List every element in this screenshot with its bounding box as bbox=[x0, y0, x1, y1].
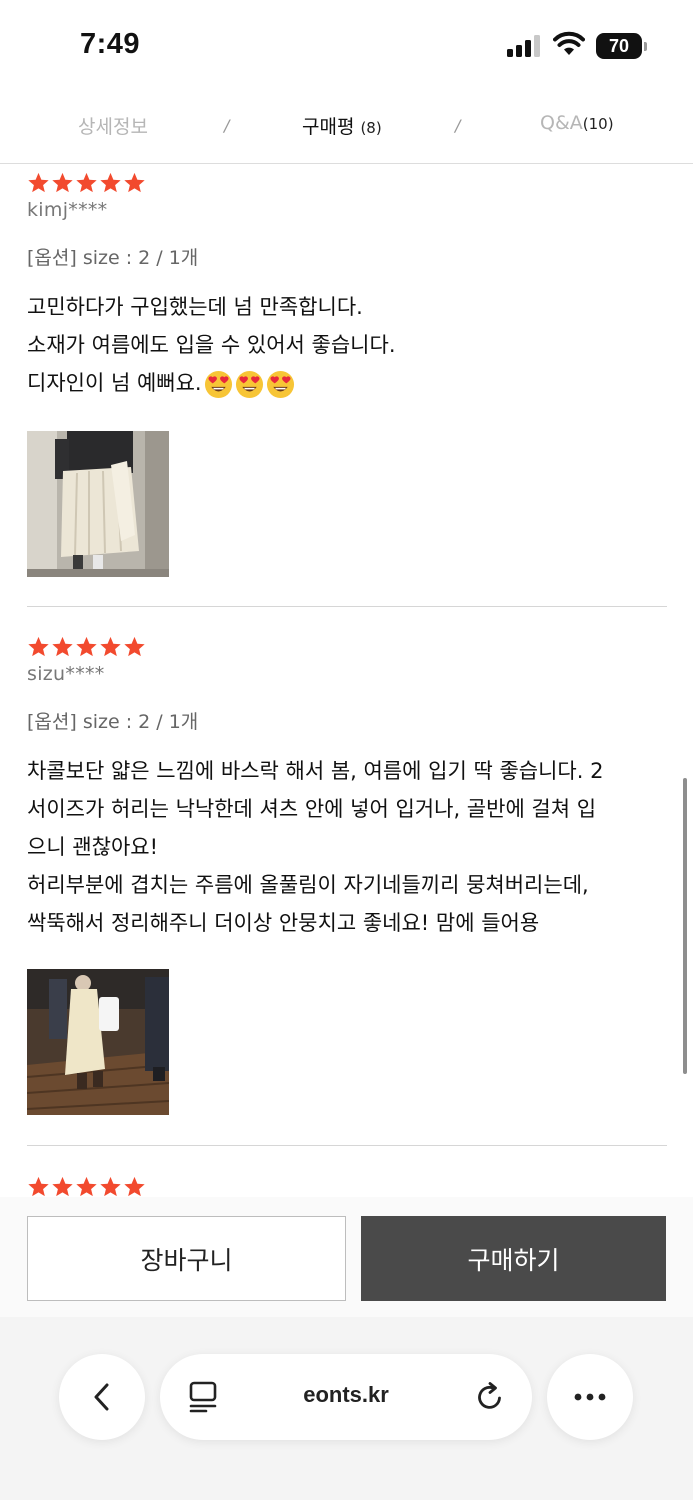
more-options-button[interactable] bbox=[547, 1354, 633, 1440]
cellular-signal-icon bbox=[507, 35, 540, 57]
star-rating bbox=[27, 1175, 667, 1197]
wifi-icon bbox=[553, 31, 585, 55]
tab-label: Q&A bbox=[540, 112, 583, 134]
review-option: [옵션] size : 2 / 1개 bbox=[27, 711, 199, 733]
star-icon bbox=[28, 636, 49, 657]
star-icon bbox=[76, 1176, 97, 1197]
star-icon bbox=[124, 1176, 145, 1197]
ellipsis-icon bbox=[574, 1393, 606, 1401]
star-icon bbox=[100, 636, 121, 657]
status-time: 7:49 bbox=[80, 28, 141, 60]
review-item bbox=[27, 1175, 667, 1197]
tab-count: (8) bbox=[360, 119, 382, 137]
review-item: kimj**** [옵션] size : 2 / 1개 고민하다가 구입했는데 … bbox=[27, 171, 667, 402]
address-bar[interactable]: eonts.kr bbox=[160, 1354, 532, 1440]
tab-label: 상세정보 bbox=[78, 116, 148, 138]
battery-level: 70 bbox=[596, 33, 642, 59]
review-item: sizu**** [옵션] size : 2 / 1개 차콜보단 얇은 느낌에 … bbox=[27, 635, 667, 942]
star-icon bbox=[76, 172, 97, 193]
star-icon bbox=[100, 1176, 121, 1197]
tab-count: (10) bbox=[582, 115, 614, 133]
review-text: 차콜보단 얇은 느낌에 바스락 해서 봄, 여름에 입기 딱 좋습니다. 2 서… bbox=[27, 759, 604, 935]
add-to-cart-button[interactable]: 장바구니 bbox=[27, 1216, 346, 1301]
tab-separator: / bbox=[224, 116, 230, 135]
heart-eyes-emoji-icon bbox=[235, 370, 263, 398]
star-icon bbox=[124, 636, 145, 657]
star-rating bbox=[27, 171, 667, 197]
star-icon bbox=[76, 636, 97, 657]
battery-icon: 70 bbox=[596, 33, 648, 59]
purchase-bar: 장바구니 구매하기 bbox=[0, 1197, 693, 1317]
review-divider bbox=[27, 606, 667, 607]
star-icon bbox=[28, 172, 49, 193]
reload-icon[interactable] bbox=[474, 1381, 506, 1413]
tab-separator: / bbox=[455, 116, 461, 135]
review-option: [옵션] size : 2 / 1개 bbox=[27, 247, 199, 269]
heart-eyes-emoji-icon bbox=[266, 370, 294, 398]
star-icon bbox=[52, 636, 73, 657]
tab-qna[interactable]: Q&A(10) bbox=[540, 112, 614, 134]
tab-detail-info[interactable]: 상세정보 bbox=[78, 112, 148, 139]
review-divider bbox=[27, 1145, 667, 1146]
star-icon bbox=[52, 1176, 73, 1197]
buy-now-button[interactable]: 구매하기 bbox=[361, 1216, 666, 1301]
emoji-group bbox=[202, 370, 295, 398]
status-bar: 7:49 70 bbox=[0, 0, 693, 92]
star-icon bbox=[28, 1176, 49, 1197]
scrollbar-thumb[interactable] bbox=[683, 778, 687, 1074]
review-list[interactable]: kimj**** [옵션] size : 2 / 1개 고민하다가 구입했는데 … bbox=[0, 165, 693, 1197]
star-rating bbox=[27, 635, 667, 661]
tab-bar: 상세정보 / 구매평 (8) / Q&A(10) bbox=[0, 92, 693, 164]
star-icon bbox=[124, 172, 145, 193]
review-photo[interactable] bbox=[27, 969, 169, 1115]
chevron-left-icon bbox=[94, 1383, 109, 1411]
review-text: 고민하다가 구입했는데 넘 만족합니다. 소재가 여름에도 입을 수 있어서 좋… bbox=[27, 288, 667, 402]
review-author: kimj**** bbox=[27, 199, 108, 221]
star-icon bbox=[52, 172, 73, 193]
star-icon bbox=[100, 172, 121, 193]
tab-label: 구매평 bbox=[302, 116, 355, 138]
heart-eyes-emoji-icon bbox=[204, 370, 232, 398]
tab-reviews[interactable]: 구매평 (8) bbox=[302, 112, 382, 139]
back-button[interactable] bbox=[59, 1354, 145, 1440]
review-photo[interactable] bbox=[27, 431, 169, 577]
review-author: sizu**** bbox=[27, 663, 105, 685]
browser-toolbar: eonts.kr bbox=[0, 1317, 693, 1500]
